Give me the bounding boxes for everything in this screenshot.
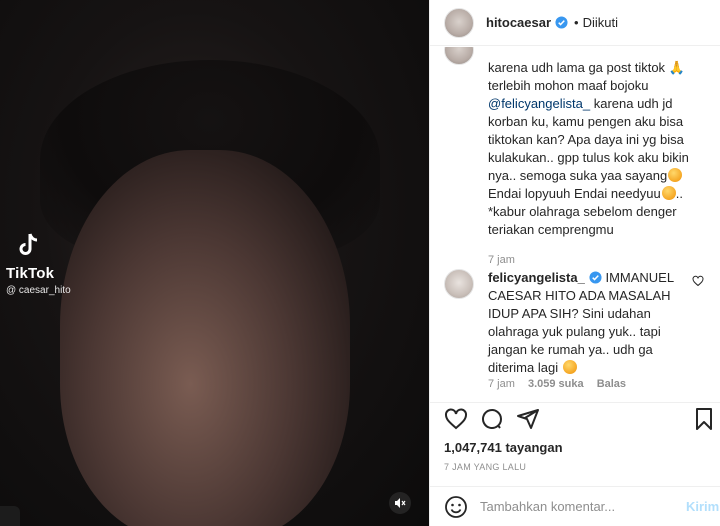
video-player[interactable]: TikTok @ caesar_hito [0,0,429,526]
like-heart-icon[interactable] [444,407,468,431]
caption-line: tiktokan kan? Apa daya ini yg bisa [488,132,684,147]
comment-line: diterima lagi [488,360,559,375]
comment-likes[interactable]: 3.059 suka [528,378,584,390]
comments-list[interactable]: karena udh lama ga post tiktok 🙏 terlebi… [430,47,720,402]
comment-line: IMMANUEL [605,270,675,285]
reply-button[interactable]: Balas [597,378,626,390]
caption-line: terlebih mohon maaf bojoku [488,78,649,93]
post-header: hitocaesar • Diikuti [430,0,720,46]
follow-status-button[interactable]: Diikuti [583,15,618,30]
author-username[interactable]: hitocaesar [486,15,551,30]
kiss-emoji-icon [661,186,676,200]
tiktok-watermark: TikTok @ caesar_hito [6,232,71,296]
caption-line: *kabur olahraga sebelom denger [488,204,677,219]
muted-speaker-icon [395,498,406,508]
caption-line: karena udh lama ga post tiktok [488,60,666,75]
emoji-picker-icon[interactable] [444,495,468,519]
commenter-avatar[interactable] [444,269,474,299]
post-actions-bar [430,402,720,434]
mention-link[interactable]: @felicyangelista_ [488,96,590,111]
author-avatar[interactable] [444,7,474,38]
share-paper-plane-icon[interactable] [516,407,540,431]
comment-line: olahraga yuk pulang yuk.. tapi [488,324,661,339]
caption-time[interactable]: 7 jam [488,251,688,269]
add-comment-bar: Kirim [430,486,720,526]
comment-input[interactable] [480,499,670,514]
caption-line: kulakukan.. gpp tulus kok aku bikin [488,150,689,165]
verified-badge-icon [589,271,602,284]
comment-like-heart-icon[interactable] [692,275,704,287]
verified-badge-icon [555,16,568,29]
comment-line: CAESAR HITO ADA MASALAH [488,288,671,303]
comment-text: felicyangelista_ IMMANUEL CAESAR HITO AD… [488,269,688,377]
mute-button[interactable] [389,492,411,514]
caption-author-avatar[interactable] [444,47,474,65]
post-timestamp[interactable]: 7 JAM YANG LALU [444,462,526,472]
tiktok-handle: @ caesar_hito [6,285,71,296]
corner-decoration [0,506,20,526]
view-count[interactable]: 1,047,741 tayangan [444,440,563,455]
tiktok-wordmark: TikTok [6,265,55,282]
kiss-emoji-icon [668,168,683,182]
upside-down-face-emoji-icon [562,360,577,374]
comment-meta: 7 jam 3.059 suka Balas [488,378,636,390]
post-side-panel: hitocaesar • Diikuti karena udh lama ga … [429,0,720,526]
caption-line: teriakan cemprengmu [488,222,614,237]
caption-line: karena udh jd [593,96,673,111]
comment-time[interactable]: 7 jam [488,378,515,390]
save-bookmark-icon[interactable] [692,407,716,431]
header-separator: • [574,15,579,30]
folded-hands-emoji-icon: 🙏 [665,60,685,75]
tiktok-logo-icon [19,233,38,255]
video-frame-face [60,150,350,526]
caption-line: korban ku, kamu pengen aku bisa [488,114,684,129]
caption-text: karena udh lama ga post tiktok 🙏 terlebi… [488,59,689,269]
post-comment-button[interactable]: Kirim [686,499,719,514]
caption-line: nya.. semoga suka yaa sayang [488,168,668,183]
comment-line: IDUP APA SIH? Sini udahan [488,306,651,321]
commenter-username[interactable]: felicyangelista_ [488,270,585,285]
comment-line: jangan ke rumah ya.. udh ga [488,342,653,357]
comment-bubble-icon[interactable] [480,407,504,431]
caption-line: Endai lopyuuh Endai needyuu [488,186,661,201]
